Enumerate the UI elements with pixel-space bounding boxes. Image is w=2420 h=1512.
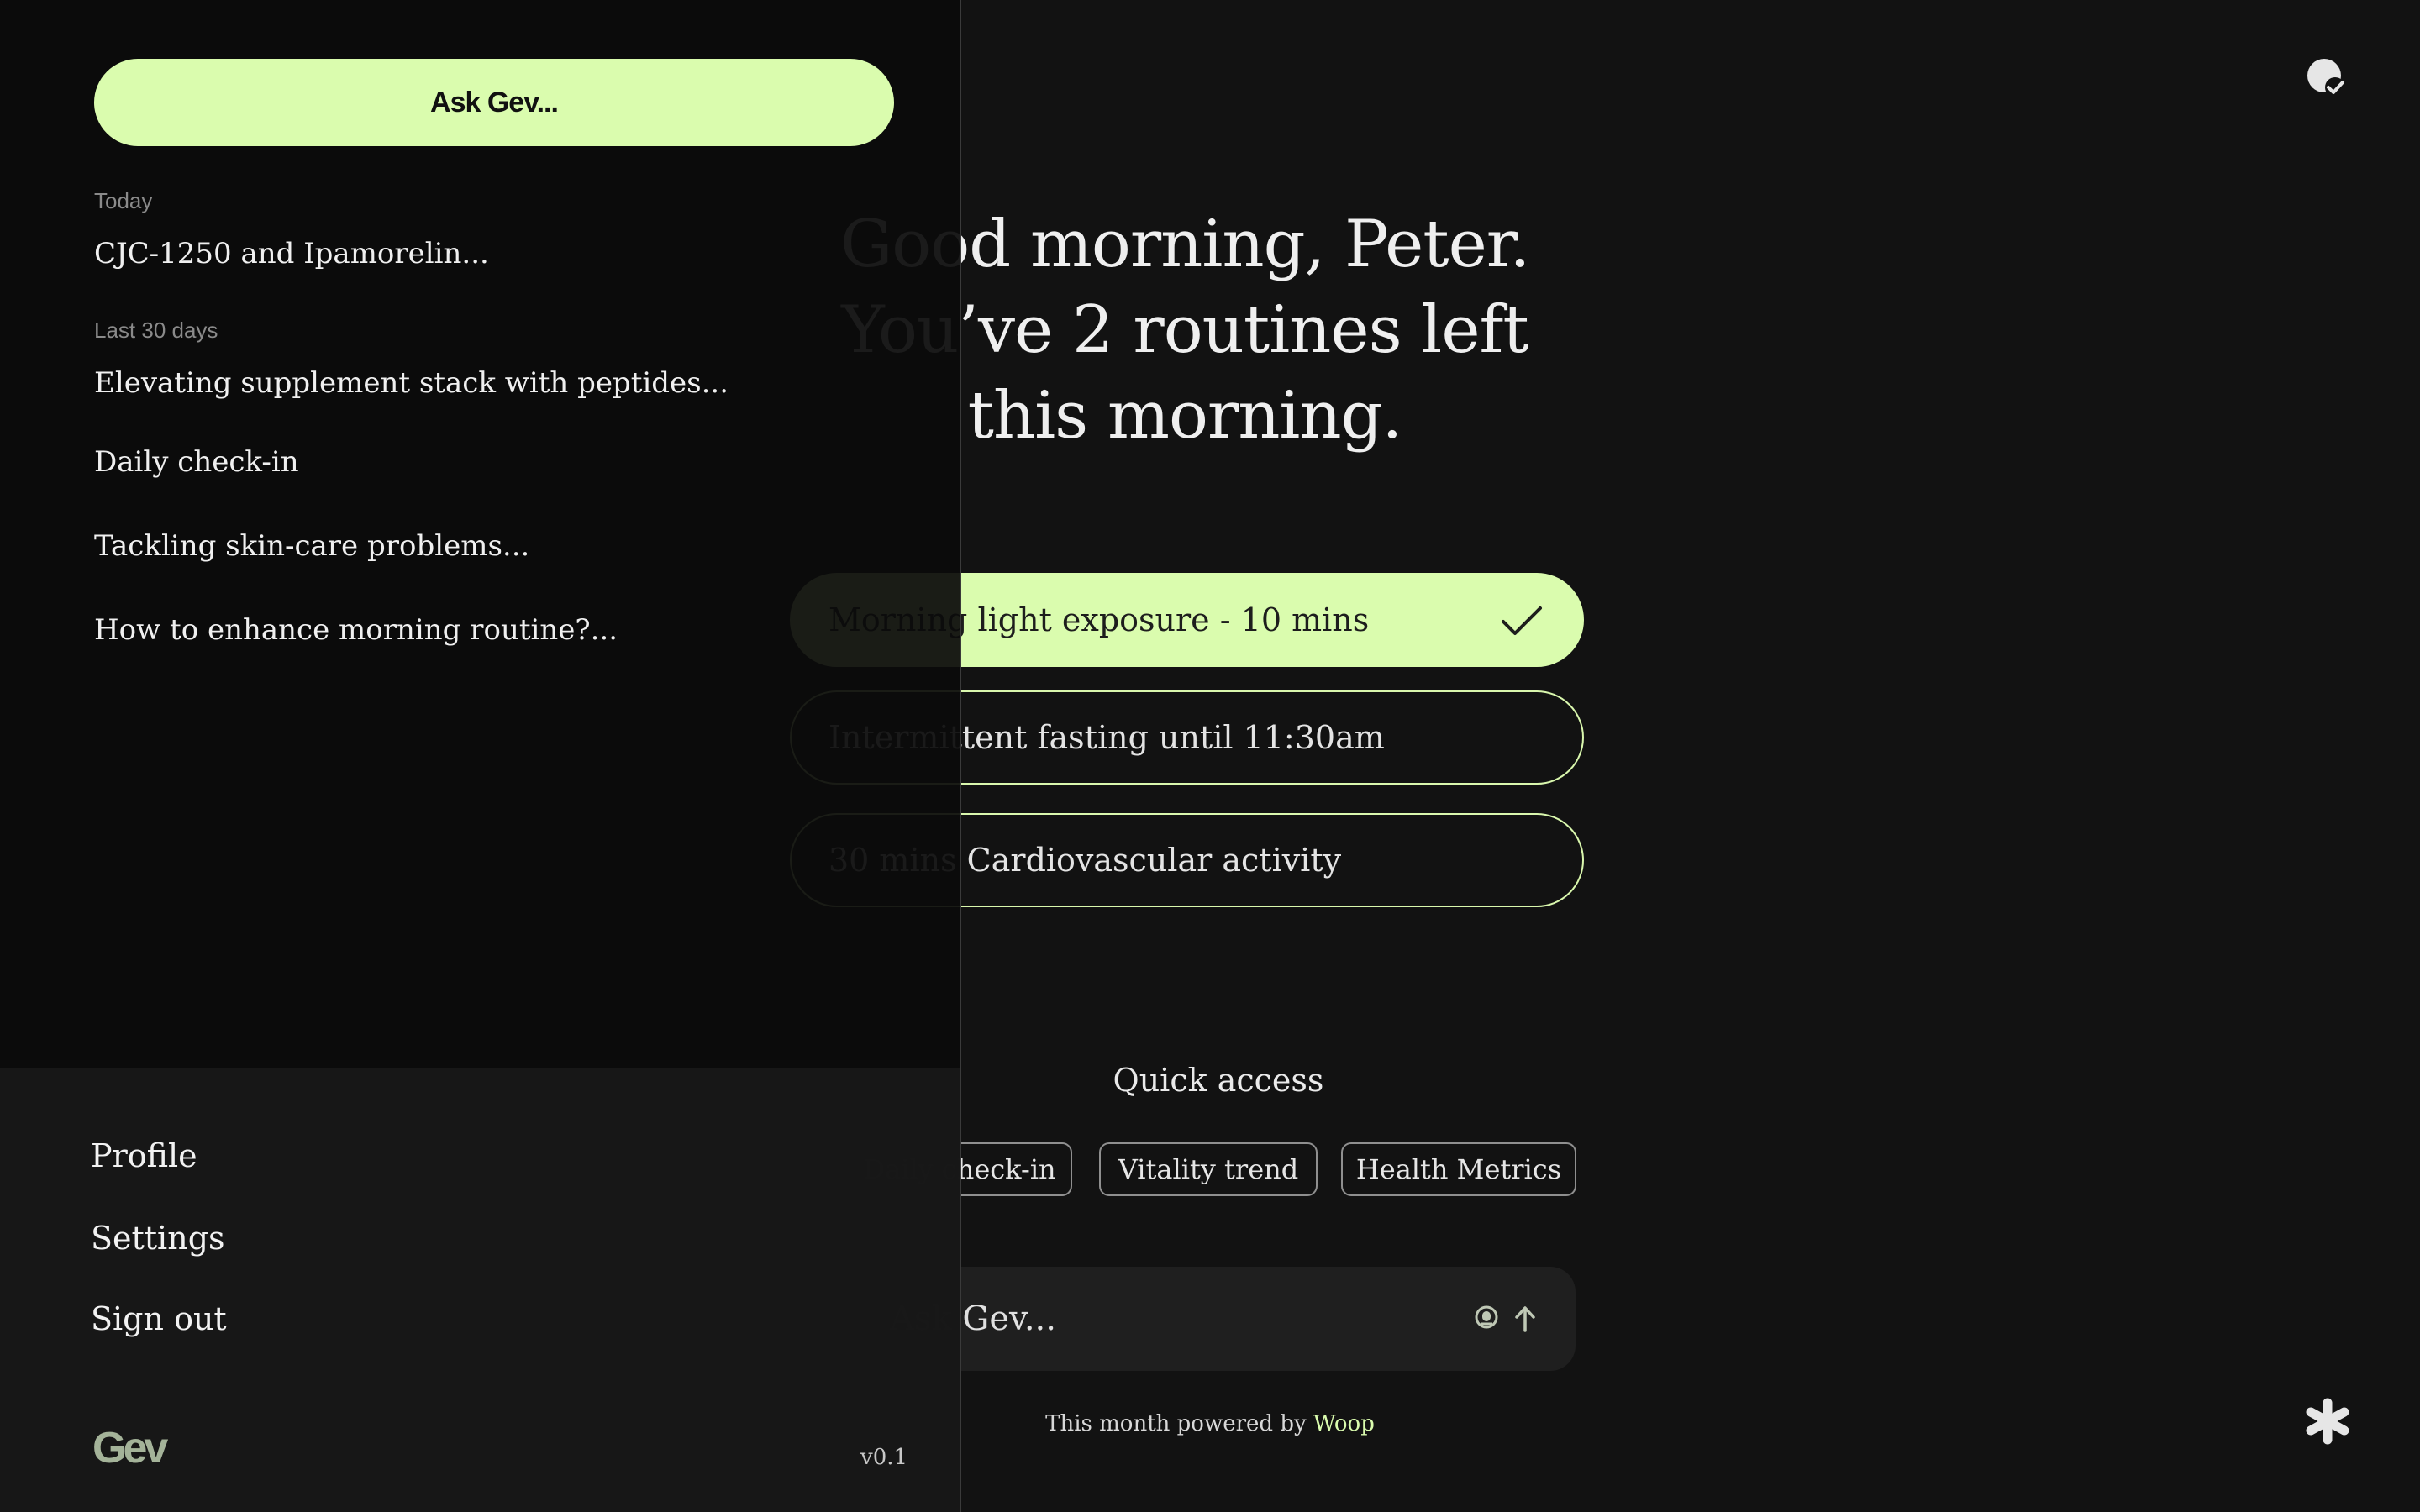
ask-gev-button[interactable]: Ask Gev... (94, 59, 894, 146)
chip-health-metrics[interactable]: Health Metrics (1341, 1142, 1576, 1196)
history-item[interactable]: How to enhance morning routine?... (94, 613, 618, 647)
quick-access-title: Quick access (1113, 1062, 1324, 1099)
gev-logo: Gev (92, 1424, 168, 1473)
history-item[interactable]: Daily check-in (94, 445, 299, 479)
menu-item-settings[interactable]: Settings (91, 1220, 225, 1257)
history-item[interactable]: Elevating supplement stack with peptides… (94, 366, 729, 400)
menu-item-profile[interactable]: Profile (91, 1137, 197, 1174)
chip-vitality-trend[interactable]: Vitality trend (1099, 1142, 1318, 1196)
powered-by-prefix: This month powered by (1045, 1411, 1307, 1436)
history-section-today: Today (94, 188, 153, 213)
history-item[interactable]: CJC-1250 and Ipamorelin... (94, 237, 489, 270)
menu-item-sign-out[interactable]: Sign out (91, 1300, 227, 1337)
sidebar-drawer: Ask Gev... Today CJC-1250 and Ipamorelin… (0, 0, 961, 1512)
version-label: v0.1 (860, 1445, 908, 1470)
history-section-last-30-days: Last 30 days (94, 318, 218, 343)
microphone-icon[interactable] (1473, 1305, 1500, 1332)
check-icon (1502, 606, 1542, 635)
user-check-icon[interactable] (2302, 55, 2349, 102)
asterisk-icon[interactable] (2304, 1398, 2351, 1445)
arrow-up-icon[interactable] (1512, 1304, 1539, 1334)
powered-by-text: This month powered by Woop (975, 1411, 1445, 1436)
powered-by-brand-link[interactable]: Woop (1313, 1411, 1375, 1436)
history-item[interactable]: Tackling skin-care problems... (94, 529, 529, 563)
